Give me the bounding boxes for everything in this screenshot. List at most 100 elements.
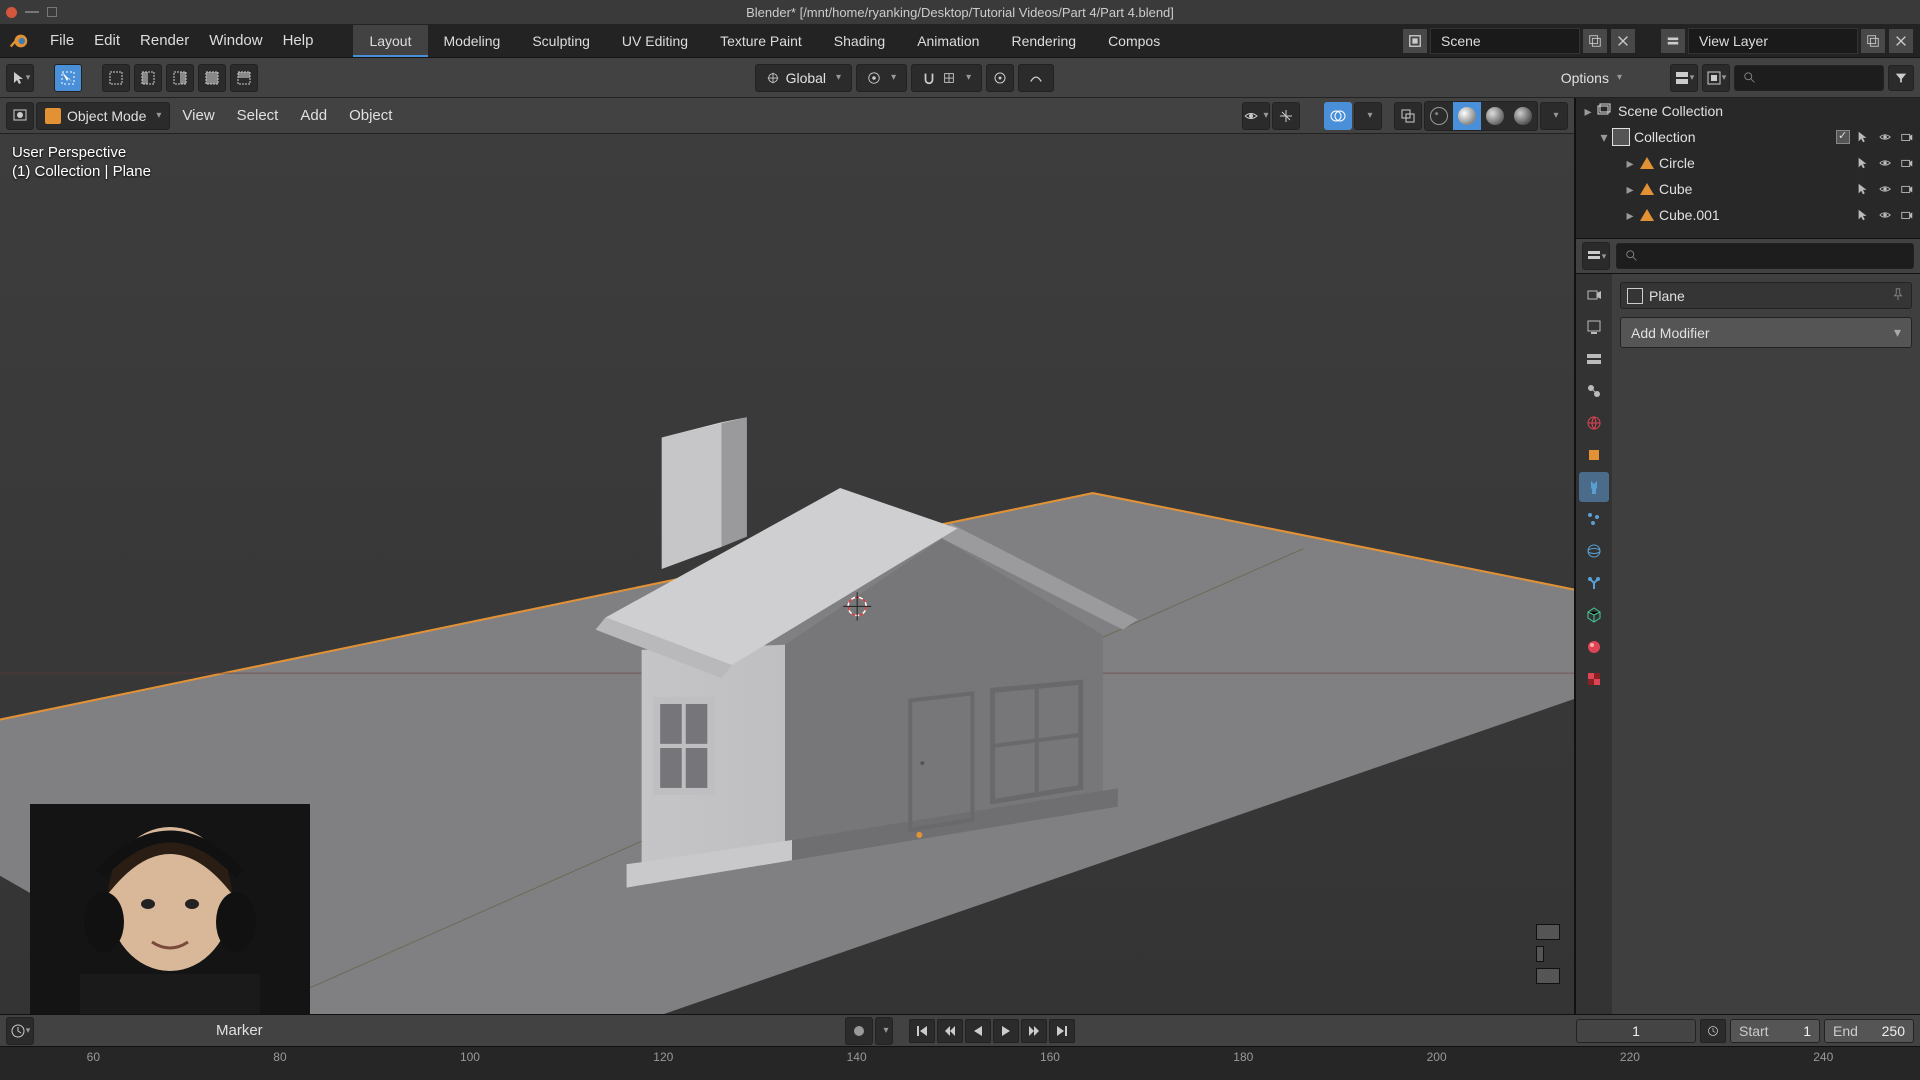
eye-icon[interactable]	[1876, 206, 1894, 224]
display-mode-button[interactable]: ▾	[1702, 64, 1730, 92]
menu-select[interactable]: Select	[227, 107, 289, 124]
tab-animation[interactable]: Animation	[901, 25, 995, 57]
disclosure-triangle-icon[interactable]: ▸	[1622, 181, 1638, 198]
menu-window[interactable]: Window	[199, 24, 272, 57]
collection-enable-checkbox[interactable]	[1836, 130, 1850, 144]
disclosure-triangle-icon[interactable]: ▾	[1596, 129, 1612, 146]
tab-constraints[interactable]	[1579, 568, 1609, 598]
close-icon[interactable]	[6, 7, 17, 18]
tab-texture[interactable]	[1579, 664, 1609, 694]
end-frame-field[interactable]: End 250	[1824, 1019, 1914, 1043]
arrow-icon[interactable]	[1854, 154, 1872, 172]
overlay-toggle[interactable]	[1324, 102, 1352, 130]
tab-texture-paint[interactable]: Texture Paint	[704, 25, 818, 57]
jump-end-button[interactable]	[1049, 1019, 1075, 1043]
menu-help[interactable]: Help	[273, 24, 324, 57]
timeline-menu-marker[interactable]: Marker	[206, 1022, 273, 1039]
outliner-item[interactable]: ▸ Cube	[1576, 176, 1920, 202]
play-reverse-button[interactable]	[965, 1019, 991, 1043]
tab-object[interactable]	[1579, 440, 1609, 470]
snap-dropdown[interactable]	[911, 64, 982, 92]
menu-object[interactable]: Object	[339, 107, 402, 124]
menu-render[interactable]: Render	[130, 24, 199, 57]
viewlayer-name-field[interactable]: View Layer	[1688, 28, 1858, 54]
select-mode-5[interactable]	[230, 64, 258, 92]
outliner-item[interactable]: ▸ Circle	[1576, 150, 1920, 176]
disclosure-triangle-icon[interactable]: ▸	[1622, 155, 1638, 172]
tab-mesh-data[interactable]	[1579, 600, 1609, 630]
add-modifier-dropdown[interactable]: Add Modifier ▾	[1620, 317, 1912, 348]
preview-range-button[interactable]	[1700, 1019, 1726, 1043]
tab-output[interactable]	[1579, 312, 1609, 342]
minimize-icon[interactable]	[25, 11, 39, 13]
shading-dropdown[interactable]	[1540, 102, 1568, 130]
select-mode-1[interactable]	[102, 64, 130, 92]
props-editor-type[interactable]: ▾	[1582, 242, 1610, 270]
shading-material[interactable]	[1481, 102, 1509, 130]
mode-dropdown[interactable]: Object Mode	[36, 102, 170, 130]
start-frame-field[interactable]: Start 1	[1730, 1019, 1820, 1043]
visibility-button[interactable]	[1242, 102, 1270, 130]
timeline-track[interactable]: 60 80 100 120 140 160 180 200 220 240	[0, 1047, 1920, 1080]
outliner-collection[interactable]: ▾ Collection	[1576, 124, 1920, 150]
viewlayer-new-button[interactable]	[1860, 28, 1886, 54]
timeline-editor-type[interactable]: ▾	[6, 1017, 34, 1045]
tab-shading[interactable]: Shading	[818, 25, 901, 57]
arrow-icon[interactable]	[1854, 128, 1872, 146]
menu-edit[interactable]: Edit	[84, 24, 130, 57]
arrow-icon[interactable]	[1854, 180, 1872, 198]
pin-icon[interactable]	[1891, 287, 1905, 304]
viewport-mini-axis[interactable]	[1536, 924, 1560, 984]
scene-name-field[interactable]: Scene	[1430, 28, 1580, 54]
eye-icon[interactable]	[1876, 128, 1894, 146]
transform-orientation-dropdown[interactable]: Global	[755, 64, 853, 92]
tab-particles[interactable]	[1579, 504, 1609, 534]
tab-compositing[interactable]: Compos	[1092, 25, 1176, 57]
camera-icon[interactable]	[1898, 128, 1916, 146]
select-box-button[interactable]	[54, 64, 82, 92]
tab-modifiers[interactable]	[1579, 472, 1609, 502]
tab-uv-editing[interactable]: UV Editing	[606, 25, 704, 57]
outliner-search-input[interactable]	[1734, 65, 1884, 91]
outliner-scene-collection[interactable]: ▸ Scene Collection	[1576, 98, 1920, 124]
tab-sculpting[interactable]: Sculpting	[516, 25, 606, 57]
tab-world[interactable]	[1579, 408, 1609, 438]
proportional-edit-button[interactable]	[986, 64, 1014, 92]
auto-keying-button[interactable]	[845, 1017, 873, 1045]
eye-icon[interactable]	[1876, 180, 1894, 198]
tab-viewlayer[interactable]	[1579, 344, 1609, 374]
camera-icon[interactable]	[1898, 206, 1916, 224]
jump-start-button[interactable]	[909, 1019, 935, 1043]
gizmo-button[interactable]	[1272, 102, 1300, 130]
shading-rendered[interactable]	[1509, 102, 1537, 130]
outliner[interactable]: ▸ Scene Collection ▾ Collection ▸	[1576, 98, 1920, 238]
viewlayer-browse-button[interactable]	[1660, 28, 1686, 54]
eye-icon[interactable]	[1876, 154, 1894, 172]
tab-render[interactable]	[1579, 280, 1609, 310]
arrow-icon[interactable]	[1854, 206, 1872, 224]
current-frame-field[interactable]: 1	[1576, 1019, 1696, 1043]
auto-keying-dropdown[interactable]	[875, 1017, 893, 1045]
viewport-editor-type[interactable]	[6, 102, 34, 130]
proportional-falloff-dropdown[interactable]	[1018, 64, 1054, 92]
play-button[interactable]	[993, 1019, 1019, 1043]
select-mode-4[interactable]	[198, 64, 226, 92]
disclosure-triangle-icon[interactable]: ▸	[1580, 103, 1596, 120]
menu-view[interactable]: View	[172, 107, 224, 124]
tab-scene[interactable]	[1579, 376, 1609, 406]
xray-toggle[interactable]	[1394, 102, 1422, 130]
select-mode-2[interactable]	[134, 64, 162, 92]
camera-icon[interactable]	[1898, 154, 1916, 172]
camera-icon[interactable]	[1898, 180, 1916, 198]
menu-file[interactable]: File	[40, 24, 84, 57]
options-dropdown[interactable]: Options	[1551, 64, 1632, 92]
filter-button[interactable]	[1888, 65, 1914, 91]
3d-viewport[interactable]: User Perspective (1) Collection | Plane	[0, 134, 1574, 1014]
select-mode-3[interactable]	[166, 64, 194, 92]
menu-add[interactable]: Add	[290, 107, 337, 124]
tab-rendering[interactable]: Rendering	[995, 25, 1092, 57]
shading-solid[interactable]	[1453, 102, 1481, 130]
viewlayer-delete-button[interactable]	[1888, 28, 1914, 54]
next-keyframe-button[interactable]	[1021, 1019, 1047, 1043]
overlay-dropdown[interactable]	[1354, 102, 1382, 130]
